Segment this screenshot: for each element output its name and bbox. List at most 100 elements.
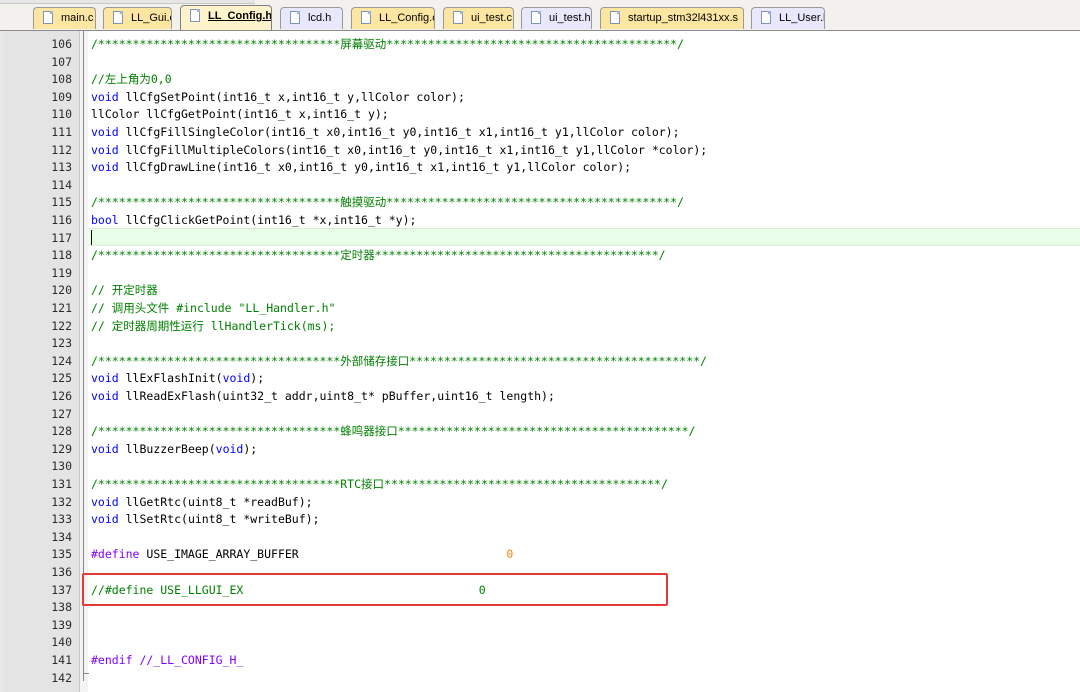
line-number: 136: [51, 565, 72, 579]
line-number: 133: [51, 512, 72, 527]
file-tab-bar: main.c LL_Gui.c LL_Config.h lcd.h LL_Config.…: [0, 0, 1080, 31]
tab-ll-config-c[interactable]: LL_Config.c: [351, 7, 435, 29]
tab-startup-stm32l431xx-s[interactable]: startup_stm32l431xx.s: [600, 7, 744, 29]
code-token: void: [91, 160, 119, 175]
code-token: void: [91, 142, 119, 157]
line-number: 107: [51, 54, 72, 69]
line-number: 108: [51, 72, 72, 87]
line-number: 141: [51, 653, 72, 667]
code-token: void: [91, 389, 119, 403]
file-icon: [290, 11, 300, 24]
code-token: /***********************************蜂鸣器接…: [91, 424, 696, 439]
file-icon: [43, 11, 53, 24]
code-line[interactable]: /***********************************触摸驱动…: [91, 194, 684, 212]
code-token: llReadExFlash(uint32_t addr,uint8_t* pBu…: [118, 389, 555, 403]
code-token: llGetRtc(uint8_t *readBuf);: [118, 494, 313, 509]
code-line[interactable]: bool llCfgClickGetPoint(int16_t *x,int16…: [91, 212, 416, 230]
code-line[interactable]: void llReadExFlash(uint32_t addr,uint8_t…: [91, 388, 555, 406]
line-number: 132: [51, 494, 72, 509]
code-token: llColor llCfgGetPoint(int16_t x,int16_t …: [91, 107, 389, 122]
code-token: void: [91, 371, 119, 386]
code-token: /***********************************触摸驱动…: [91, 195, 684, 210]
code-token: llCfgDrawLine(int16_t x0,int16_t y0,int1…: [118, 160, 632, 175]
code-token: void: [91, 512, 119, 527]
code-line[interactable]: void llSetRtc(uint8_t *writeBuf);: [91, 511, 320, 529]
code-token: // 定时器周期性运行 llHandlerTick(ms);: [91, 318, 336, 333]
line-number: 142: [51, 670, 72, 685]
line-number: 131: [51, 477, 72, 491]
line-number: 130: [51, 459, 72, 474]
line-number: 138: [51, 600, 72, 615]
code-token: llExFlashInit(: [118, 371, 223, 386]
code-token: );: [243, 441, 258, 456]
code-line[interactable]: #endif //_LL_CONFIG_H_: [91, 652, 243, 670]
code-line[interactable]: void llBuzzerBeep(void);: [91, 441, 257, 459]
code-editor[interactable]: 106 107 108 109 110 111 112 113 114 115 116 117 118 1…: [0, 31, 1080, 692]
code-token: llCfgFillMultipleColors(int16_t x0,int16…: [118, 142, 708, 157]
text-caret: [91, 230, 92, 245]
code-line[interactable]: void llGetRtc(uint8_t *readBuf);: [91, 494, 313, 512]
file-icon: [761, 11, 771, 24]
code-line[interactable]: /***********************************蜂鸣器接…: [91, 423, 695, 441]
line-number: 124: [51, 353, 72, 368]
tab-ui-test-h[interactable]: ui_test.h: [521, 7, 592, 29]
code-line[interactable]: void llCfgFillMultipleColors(int16_t x0,…: [91, 142, 707, 160]
tab-lcd-h[interactable]: lcd.h: [280, 7, 343, 29]
code-token: void: [91, 441, 119, 456]
code-line[interactable]: /***********************************定时器*…: [91, 247, 666, 265]
code-token: llBuzzerBeep(: [118, 441, 216, 456]
red-annotation-box: [82, 573, 668, 606]
file-icon: [361, 11, 371, 24]
code-line[interactable]: //左上角为0,0: [91, 71, 172, 89]
code-line[interactable]: // 开定时器: [91, 282, 158, 300]
code-token: /***********************************定时器*…: [91, 248, 666, 263]
code-line[interactable]: llColor llCfgGetPoint(int16_t x,int16_t …: [91, 106, 389, 124]
tab-label: ui_test.h: [549, 12, 591, 24]
line-number: 118: [51, 248, 72, 263]
file-icon: [190, 9, 200, 22]
tab-label: main.c: [61, 12, 94, 24]
line-number: 110: [51, 107, 72, 122]
code-line[interactable]: void llCfgFillSingleColor(int16_t x0,int…: [91, 124, 680, 142]
code-line[interactable]: /***********************************屏幕驱动…: [91, 36, 684, 54]
line-number: 116: [51, 213, 72, 227]
tab-label: LL_Config.h: [208, 10, 272, 22]
tab-ui-test-c[interactable]: ui_test.c: [443, 7, 514, 29]
file-icon: [453, 11, 463, 24]
line-number: 137: [51, 582, 72, 597]
code-token: void: [91, 89, 119, 104]
line-number: 106: [51, 37, 72, 51]
tab-label: lcd.h: [308, 12, 332, 24]
code-line[interactable]: void llExFlashInit(void);: [91, 370, 264, 388]
tab-ll-gui-c[interactable]: LL_Gui.c: [103, 7, 172, 29]
code-token: USE_IMAGE_ARRAY_BUFFER: [139, 547, 507, 562]
code-line[interactable]: void llCfgDrawLine(int16_t x0,int16_t y0…: [91, 159, 631, 177]
code-token: llCfgSetPoint(int16_t x,int16_t y,llColo…: [118, 89, 465, 104]
tab-label: LL_Config.c: [379, 12, 435, 24]
file-icon: [113, 11, 123, 24]
code-line[interactable]: #define USE_IMAGE_ARRAY_BUFFER 0: [91, 546, 513, 564]
code-line[interactable]: // 定时器周期性运行 llHandlerTick(ms);: [91, 318, 335, 336]
code-token: void: [215, 441, 244, 456]
tab-ll-user-h[interactable]: LL_User.h: [751, 7, 825, 29]
tab-label: LL_Gui.c: [131, 12, 172, 24]
file-icon: [610, 11, 620, 24]
line-number: 135: [51, 547, 72, 562]
line-number: 115: [51, 195, 72, 210]
code-token: #endif //_LL_CONFIG_H_: [91, 653, 244, 667]
line-number: 127: [51, 406, 72, 421]
code-token: bool: [91, 213, 119, 227]
code-line[interactable]: void llCfgSetPoint(int16_t x,int16_t y,l…: [91, 89, 465, 107]
tab-label: ui_test.c: [471, 12, 512, 24]
code-token: // 开定时器: [91, 283, 158, 298]
tab-main-c[interactable]: main.c: [33, 7, 96, 29]
code-line[interactable]: // 调用头文件 #include "LL_Handler.h": [91, 300, 335, 318]
code-token: llCfgFillSingleColor(int16_t x0,int16_t …: [118, 125, 680, 139]
line-number: 126: [51, 389, 72, 403]
code-line[interactable]: /***********************************外部储存…: [91, 353, 707, 371]
line-number: 114: [51, 177, 72, 192]
code-token: void: [91, 125, 119, 139]
tab-ll-config-h[interactable]: LL_Config.h: [180, 5, 272, 30]
line-number: 117: [51, 230, 72, 245]
code-line[interactable]: /***********************************RTC接…: [91, 476, 668, 494]
